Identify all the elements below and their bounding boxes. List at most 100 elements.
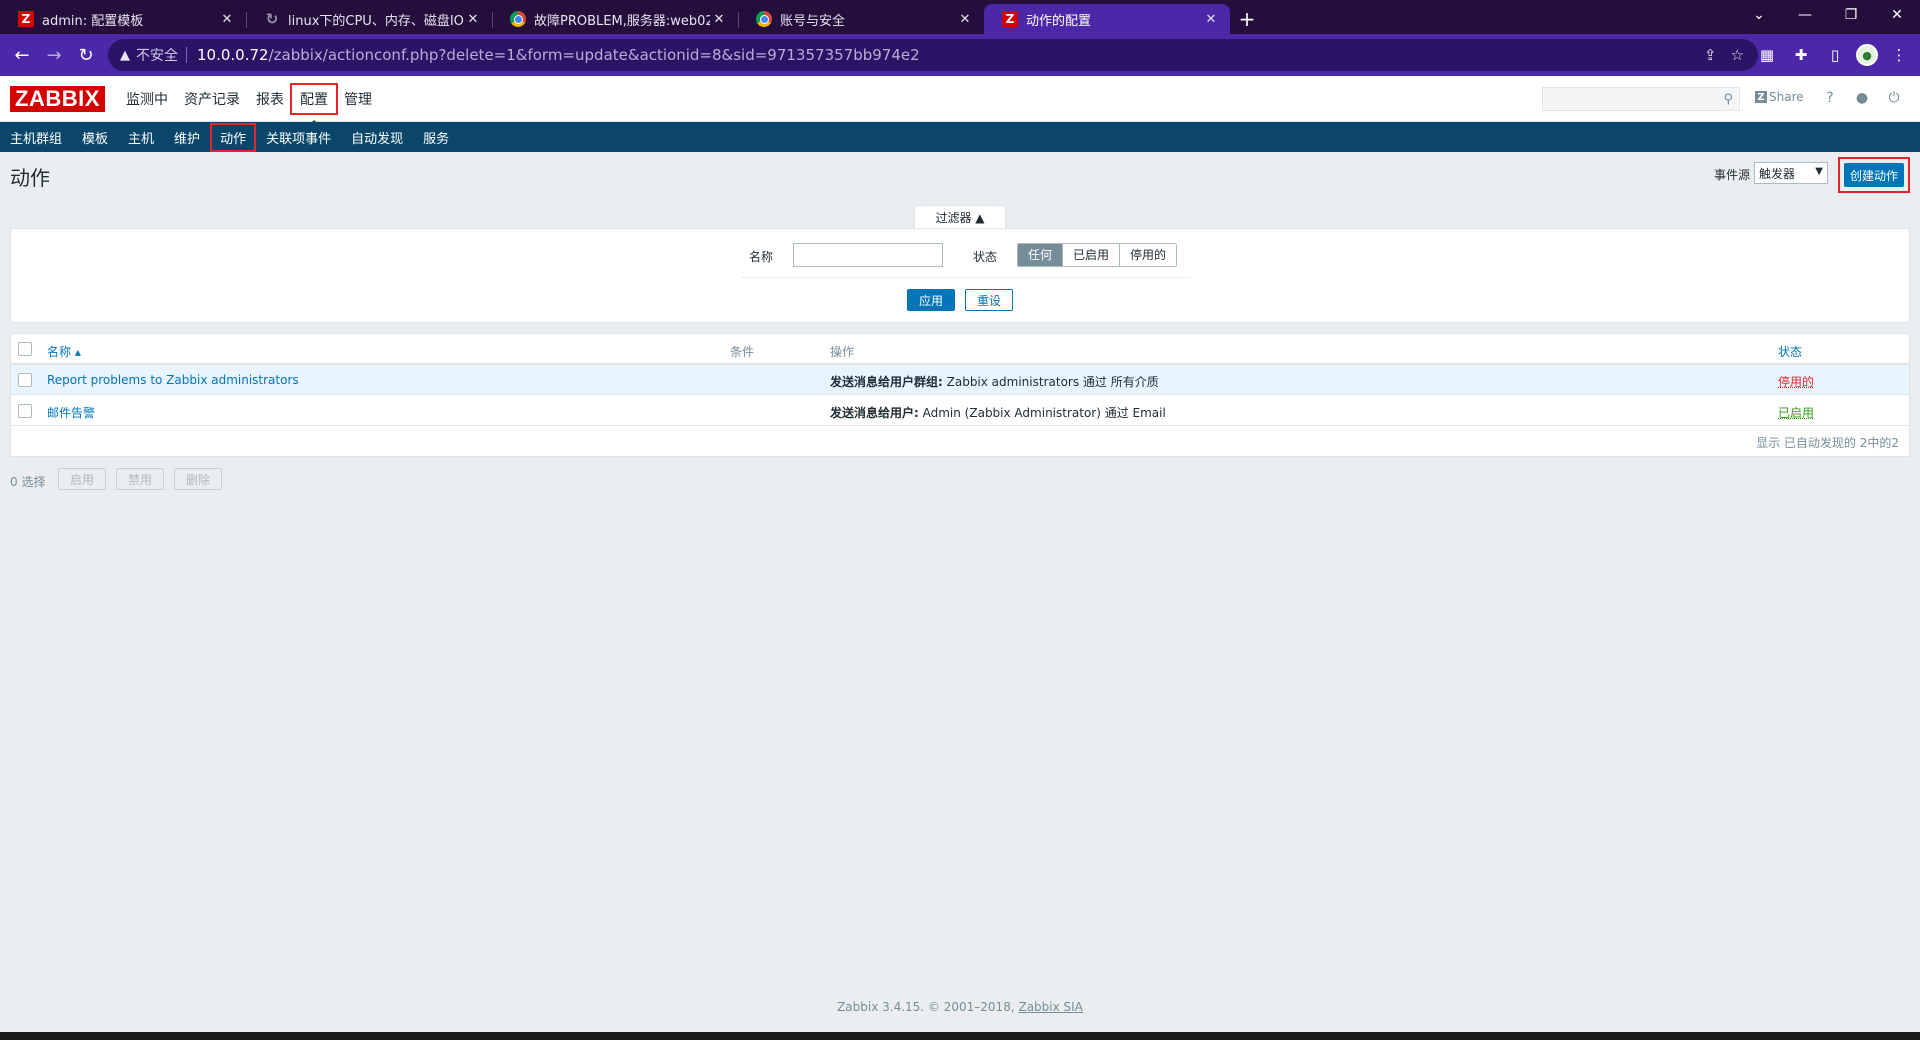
bookmark-star-icon[interactable]: ☆ <box>1731 46 1744 64</box>
top-menu: 监测中 资产记录 报表 配置 管理 <box>118 76 380 126</box>
operation-detail: Admin (Zabbix Administrator) 通过 Email <box>918 406 1166 420</box>
top-menu-monitoring[interactable]: 监测中 <box>118 85 176 113</box>
browser-toolbar: ← → ↻ ▲ 不安全 10.0.0.72 /zabbix/actionconf… <box>0 34 1920 76</box>
footer-text: Zabbix 3.4.15. © 2001–2018, <box>837 1000 1019 1014</box>
minimize-icon[interactable]: — <box>1782 0 1828 30</box>
status-toggle-disabled[interactable]: 停用的 <box>1778 373 1814 390</box>
filter-status-radios: 任何 已启用 停用的 <box>1017 243 1178 267</box>
share-link[interactable]: Z Share <box>1755 90 1804 104</box>
chrome-icon <box>510 11 526 27</box>
sign-out-icon[interactable]: ⏻ <box>1884 90 1904 106</box>
side-panel-icon[interactable]: ▯ <box>1820 39 1850 71</box>
table-stats: 显示 已自动发现的 2中的2 <box>1756 436 1899 450</box>
action-name-link[interactable]: Report problems to Zabbix administrators <box>47 373 299 387</box>
browser-tab[interactable]: ↻ linux下的CPU、内存、磁盘IO、 ✕ <box>246 4 492 34</box>
sub-menu: 主机群组 模板 主机 维护 动作 关联项事件 自动发现 服务 <box>0 122 1920 152</box>
page-footer: Zabbix 3.4.15. © 2001–2018, Zabbix SIA <box>0 1000 1920 1014</box>
taskbar <box>0 1032 1920 1040</box>
sub-menu-host-groups[interactable]: 主机群组 <box>2 125 70 150</box>
share-page-icon[interactable]: ⇪ <box>1704 46 1717 64</box>
row-checkbox[interactable] <box>18 404 32 418</box>
sub-menu-services[interactable]: 服务 <box>415 125 457 150</box>
browser-tab[interactable]: 故障PROBLEM,服务器:web02发 ✕ <box>492 4 738 34</box>
extension-icon[interactable]: ▦ <box>1752 39 1782 71</box>
profile-avatar[interactable]: ● <box>1852 39 1882 71</box>
chrome-icon <box>756 11 772 27</box>
top-menu-configuration[interactable]: 配置 <box>290 83 338 126</box>
reset-button[interactable]: 重设 <box>965 289 1013 311</box>
column-status-sort[interactable]: 状态 <box>1778 343 1802 360</box>
filter-name-input[interactable] <box>793 243 943 267</box>
sub-menu-discovery[interactable]: 自动发现 <box>343 125 411 150</box>
event-source-select[interactable]: 触发器 ▼ <box>1754 162 1828 184</box>
action-operation: 发送消息给用户: Admin (Zabbix Administrator) 通过… <box>830 404 1166 421</box>
table-header: 名称 ▴ 条件 操作 状态 <box>11 334 1909 365</box>
close-icon[interactable]: ✕ <box>956 12 974 27</box>
divider <box>186 47 187 63</box>
loading-icon: ↻ <box>265 10 279 28</box>
status-option-enabled[interactable]: 已启用 <box>1062 244 1120 266</box>
close-icon[interactable]: ✕ <box>1202 12 1220 27</box>
create-action-button[interactable]: 创建动作 <box>1844 163 1904 187</box>
back-icon[interactable]: ← <box>6 39 38 71</box>
top-menu-administration[interactable]: 管理 <box>336 85 380 113</box>
zabbix-header: ZABBIX 监测中 资产记录 报表 配置 管理 ⚲ Z Share ? ● ⏻ <box>0 76 1920 126</box>
browser-tab[interactable]: Z admin: 配置模板 ✕ <box>0 4 246 34</box>
disable-button[interactable]: 禁用 <box>116 468 165 490</box>
reload-icon[interactable]: ↻ <box>70 39 102 71</box>
filter-panel: 名称 状态 任何 已启用 停用的 应用 重设 <box>10 228 1910 323</box>
table-row: Report problems to Zabbix administrators… <box>11 365 1909 395</box>
select-all-checkbox[interactable] <box>18 342 32 356</box>
column-name-sort[interactable]: 名称 ▴ <box>47 343 81 360</box>
status-option-disabled[interactable]: 停用的 <box>1119 244 1177 266</box>
sub-menu-maintenance[interactable]: 维护 <box>166 125 208 150</box>
event-source-value: 触发器 <box>1759 166 1796 181</box>
row-checkbox[interactable] <box>18 373 32 387</box>
close-window-icon[interactable]: ✕ <box>1874 0 1920 30</box>
more-menu-icon[interactable]: ⋮ <box>1884 39 1914 71</box>
selected-count: 0 选择 <box>10 475 46 489</box>
status-option-any[interactable]: 任何 <box>1018 244 1063 266</box>
tab-title: linux下的CPU、内存、磁盘IO、 <box>288 13 464 29</box>
status-toggle-enabled[interactable]: 已启用 <box>1778 404 1814 421</box>
action-name-link[interactable]: 邮件告警 <box>47 404 95 421</box>
global-search-input[interactable]: ⚲ <box>1542 87 1740 111</box>
filter-name-label: 名称 <box>749 250 774 264</box>
sub-menu-templates[interactable]: 模板 <box>74 125 116 150</box>
operation-type: 发送消息给用户: <box>830 406 919 420</box>
top-menu-reports[interactable]: 报表 <box>248 85 292 113</box>
close-icon[interactable]: ✕ <box>710 12 728 27</box>
address-bar[interactable]: ▲ 不安全 10.0.0.72 /zabbix/actionconf.php?d… <box>108 39 1758 71</box>
restore-icon[interactable]: ❐ <box>1828 0 1874 30</box>
apply-button[interactable]: 应用 <box>907 289 955 311</box>
browser-tab-active[interactable]: Z 动作的配置 ✕ <box>984 4 1230 34</box>
sub-menu-correlation[interactable]: 关联项事件 <box>258 125 339 150</box>
new-tab-icon[interactable]: + <box>1230 4 1264 34</box>
zabbix-logo[interactable]: ZABBIX <box>10 86 105 112</box>
help-icon[interactable]: ? <box>1820 90 1840 106</box>
page-title: 动作 <box>10 166 50 190</box>
close-icon[interactable]: ✕ <box>464 12 482 27</box>
forward-icon[interactable]: → <box>38 39 70 71</box>
operation-type: 发送消息给用户群组: <box>830 375 943 389</box>
table-row: 邮件告警 发送消息给用户: Admin (Zabbix Administrato… <box>11 396 1909 426</box>
filter-status-label: 状态 <box>973 250 998 264</box>
column-conditions: 条件 <box>730 345 755 359</box>
sub-menu-hosts[interactable]: 主机 <box>120 125 162 150</box>
user-profile-icon[interactable]: ● <box>1852 90 1872 106</box>
filter-tab[interactable]: 过滤器 ▲ <box>914 205 1006 229</box>
puzzle-icon[interactable]: ✚ <box>1786 39 1816 71</box>
zabbix-share-icon: Z <box>1755 91 1767 103</box>
delete-button[interactable]: 删除 <box>174 468 223 490</box>
enable-button[interactable]: 启用 <box>58 468 107 490</box>
zabbix-sia-link[interactable]: Zabbix SIA <box>1018 1000 1082 1014</box>
warning-icon: ▲ <box>120 47 130 63</box>
close-icon[interactable]: ✕ <box>218 12 236 27</box>
sub-menu-actions[interactable]: 动作 <box>210 122 257 152</box>
divider <box>741 277 1191 278</box>
top-menu-inventory[interactable]: 资产记录 <box>176 85 248 113</box>
search-icon[interactable]: ⚲ <box>1723 92 1733 107</box>
actions-table: 名称 ▴ 条件 操作 状态 Report problems to Zabbix … <box>10 333 1910 457</box>
tab-search-icon[interactable]: ⌄ <box>1736 0 1782 30</box>
browser-tab[interactable]: 账号与安全 ✕ <box>738 4 984 34</box>
